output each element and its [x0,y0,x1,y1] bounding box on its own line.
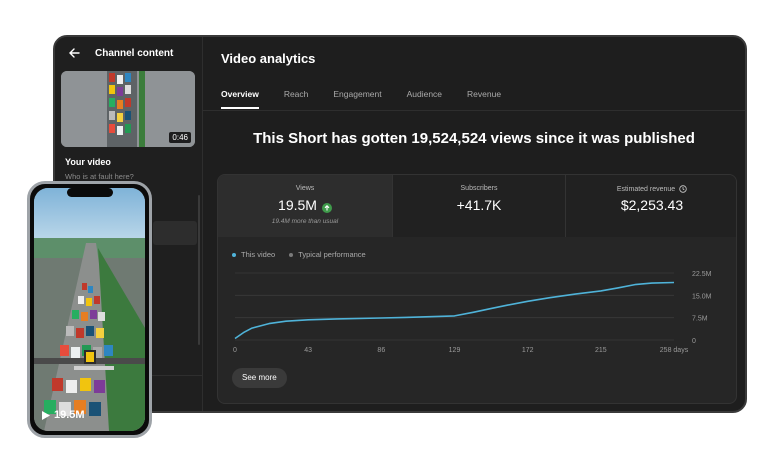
legend-typical-label: Typical performance [298,250,366,259]
tablet-frame: Channel content 0:46 Your video Who is a… [53,35,747,413]
chart-x-tick-label: 172 [522,347,534,354]
short-video-player[interactable]: 19.5M [34,188,145,431]
revenue-card-label-row: Estimated revenue [566,185,736,193]
tab-audience[interactable]: Audience [407,89,442,109]
legend-typical: Typical performance [289,250,366,259]
back-arrow-icon[interactable] [67,46,81,60]
phone-frame: 19.5M [27,181,152,438]
revenue-card[interactable]: Estimated revenue $2,253.43 [565,175,736,237]
legend-this-video-label: This video [241,250,276,259]
tab-revenue[interactable]: Revenue [467,89,501,109]
views-card[interactable]: Views 19.5M 19.4M more than usual [218,175,392,237]
sidebar-header: Channel content [55,37,203,69]
legend-this-video: This video [232,250,275,259]
tab-overview[interactable]: Overview [221,89,259,109]
chart-x-tick-label: 215 [595,347,607,354]
chart-x-tick-label: 86 [377,347,385,354]
tab-reach[interactable]: Reach [284,89,309,109]
see-more-button[interactable]: See more [232,368,287,388]
views-card-value-row: 19.5M [218,197,392,213]
views-card-label: Views [295,185,315,192]
sidebar-title: Channel content [95,48,174,59]
trend-up-icon [321,200,332,213]
chart-legend: This video Typical performance [232,250,366,259]
sidebar-scrollbar[interactable] [198,195,200,345]
legend-this-video-swatch [232,252,236,257]
video-thumbnail[interactable]: 0:46 [61,71,195,147]
short-video-frame [34,188,145,431]
page-title: Video analytics [221,51,316,66]
series-line-this-video [234,281,675,340]
legend-typical-swatch [289,252,294,257]
subscribers-card[interactable]: Subscribers +41.7K [392,175,565,237]
views-headline: This Short has gotten 19,524,524 views s… [253,130,695,147]
sidebar-selected-item[interactable] [153,221,197,245]
main-content: Video analytics Overview Reach Engagemen… [203,37,745,411]
play-icon [42,410,50,420]
chart-x-tick-label: 258 days [660,347,689,354]
video-duration: 0:46 [169,132,191,143]
views-card-value: 19.5M [278,197,317,213]
tab-bar: Overview Reach Engagement Audience Reven… [221,89,526,109]
views-line-chart: 0 7.5M 15.0M 22.5M 0 43 86 129 172 215 258 days [233,271,712,354]
subscribers-card-value: +41.7K [456,197,502,213]
chart-y-tick-label: 22.5M [692,271,712,278]
tab-engagement[interactable]: Engagement [333,89,381,109]
chart-y-tick-label: 15.0M [692,293,712,300]
chart-y-tick-label: 0 [692,338,696,345]
phone-notch [66,188,113,197]
phone-views-label: 19.5M [54,409,85,421]
views-card-note: 19.4M more than usual [271,218,339,225]
revenue-card-value: $2,253.43 [620,197,684,213]
subscribers-card-label: Subscribers [460,185,498,192]
video-title: Who is at fault here? [65,172,134,181]
chart-x-tick-label: 43 [304,347,312,354]
clock-icon [679,185,687,193]
studio-app: Channel content 0:46 Your video Who is a… [55,37,745,411]
your-video-label: Your video [65,157,111,167]
marketing-composite: Channel content 0:46 Your video Who is a… [0,0,775,450]
chart-x-tick-label: 129 [449,347,461,354]
chart-x-tick-label: 0 [233,347,237,354]
phone-view-count: 19.5M [42,409,85,421]
revenue-card-label: Estimated revenue [616,185,676,193]
chart-y-tick-label: 7.5M [692,316,708,323]
analytics-panel: Views 19.5M 19.4M more than usual Subscr… [217,174,737,404]
tab-divider [203,110,745,111]
